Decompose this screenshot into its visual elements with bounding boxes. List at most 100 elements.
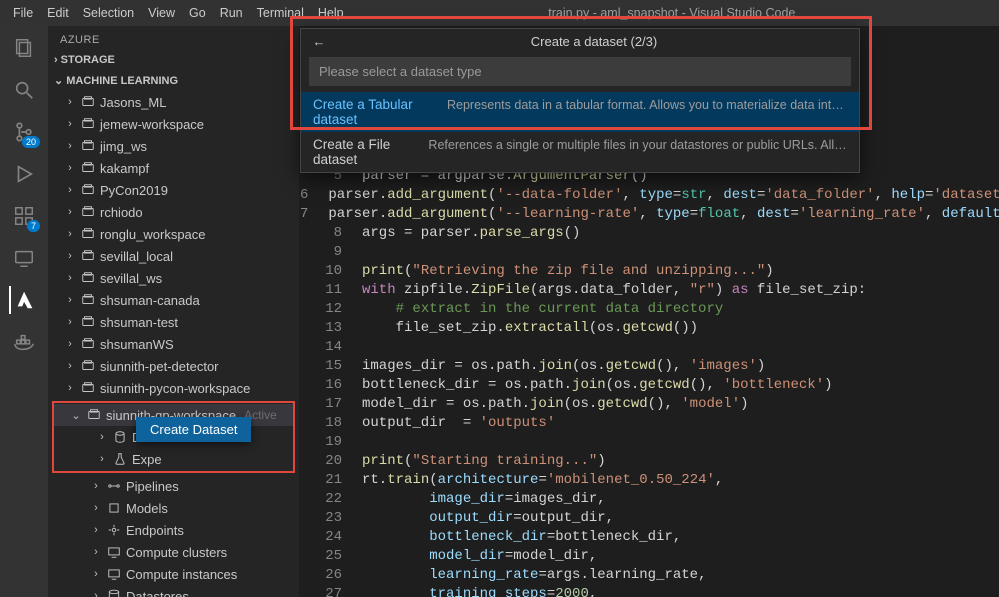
code-text: file_set_zip.extractall(os.getcwd()) [362,319,698,338]
explorer-icon[interactable] [10,34,38,62]
tree-item[interactable]: ›Compute clusters [48,541,299,563]
palette-option-tabular[interactable]: Create a Tabular dataset Represents data… [301,92,859,132]
chevron-icon: › [64,272,76,284]
extensions-icon[interactable]: 7 [10,202,38,230]
menu-bar: File Edit Selection View Go Run Terminal… [0,0,999,26]
item-icon [112,429,128,445]
item-icon [80,358,96,374]
chevron-icon: › [64,206,76,218]
azure-icon[interactable] [9,286,37,314]
line-number: 14 [300,338,362,357]
item-icon [80,138,96,154]
tree-item[interactable]: ›PyCon2019 [48,179,299,201]
menu-view[interactable]: View [141,6,182,20]
command-palette: ← Create a dataset (2/3) Please select a… [300,28,860,173]
item-icon [106,522,122,538]
chevron-icon: › [64,96,76,108]
tree-item[interactable]: ›Models [48,497,299,519]
tree-item[interactable]: ›shsuman-canada [48,289,299,311]
item-icon [86,407,102,423]
chevron-icon: › [64,140,76,152]
tree-item[interactable]: ›Pipelines [48,475,299,497]
tree-item[interactable]: ›jemew-workspace [48,113,299,135]
line-number: 24 [300,528,362,547]
tree-item[interactable]: ›jimg_ws [48,135,299,157]
tree-item[interactable]: ›rchiodo [48,201,299,223]
tree-item[interactable]: ›Jasons_ML [48,91,299,113]
menu-terminal[interactable]: Terminal [250,6,311,20]
tree-item-label: Pipelines [126,479,179,494]
item-icon [80,314,96,330]
search-icon[interactable] [10,76,38,104]
tree-item-label: shsumanWS [100,337,174,352]
remote-icon[interactable] [10,244,38,272]
docker-icon[interactable] [10,328,38,356]
tree-item[interactable]: ›ronglu_workspace [48,223,299,245]
menu-run[interactable]: Run [213,6,250,20]
menu-edit[interactable]: Edit [40,6,76,20]
menu-file[interactable]: File [6,6,40,20]
context-menu-create-dataset[interactable]: Create Dataset [136,417,251,442]
code-text: parser.add_argument('--learning-rate', t… [328,205,999,224]
code-line: 7parser.add_argument('--learning-rate', … [300,205,999,224]
code-line: 6parser.add_argument('--data-folder', ty… [300,186,999,205]
line-number: 16 [300,376,362,395]
line-number: 12 [300,300,362,319]
tree-item-label: Endpoints [126,523,184,538]
palette-option-desc: References a single or multiple files in… [428,138,847,152]
menu-go[interactable]: Go [182,6,213,20]
code-text: images_dir = os.path.join(os.getcwd(), '… [362,357,765,376]
tree-item[interactable]: › shsumanWS [48,333,299,355]
tree-item[interactable]: ›Expe [54,448,293,470]
menu-help[interactable]: Help [311,6,351,20]
item-icon [106,478,122,494]
source-control-icon[interactable]: 20 [10,118,38,146]
line-number: 15 [300,357,362,376]
chevron-icon: ⌄ [70,409,82,422]
tree-item[interactable]: ›sevillal_ws [48,267,299,289]
tree-item-label: siunnith-pet-detector [100,359,219,374]
item-icon [80,160,96,176]
line-number: 10 [300,262,362,281]
chevron-icon: › [64,338,76,350]
tree-item[interactable]: ›shsuman-test [48,311,299,333]
chevron-icon: › [90,502,102,514]
palette-option-file[interactable]: Create a File dataset References a singl… [301,132,859,172]
line-number: 21 [300,471,362,490]
chevron-icon: › [64,360,76,372]
tree-item[interactable]: ›siunnith-pycon-workspace [48,377,299,399]
palette-back-icon[interactable]: ← [309,34,329,49]
menu-selection[interactable]: Selection [76,6,141,20]
sidebar-title: AZURE [48,26,299,50]
tree-item-label: Compute instances [126,567,237,582]
tree-item[interactable]: ›kakampf [48,157,299,179]
tree-item[interactable]: ›Datastores [48,585,299,597]
tree-item[interactable]: ›Endpoints [48,519,299,541]
chevron-icon: › [96,431,108,443]
palette-title: Create a dataset (2/3) [337,34,851,49]
tree-item[interactable]: ›Compute instances [48,563,299,585]
palette-option-label: Create a Tabular dataset [313,97,441,127]
line-number: 8 [300,224,362,243]
line-number: 7 [300,205,328,224]
palette-input[interactable]: Please select a dataset type [309,57,851,86]
tree-item-label: sevillal_local [100,249,173,264]
window-title: train.py - aml_snapshot - Visual Studio … [351,6,993,20]
storage-section[interactable]: ›STORAGE [48,50,299,70]
ml-section[interactable]: ⌄MACHINE LEARNING [48,70,299,91]
code-text: with zipfile.ZipFile(args.data_folder, "… [362,281,866,300]
line-number: 22 [300,490,362,509]
item-icon [80,292,96,308]
item-icon [80,380,96,396]
chevron-icon: › [64,118,76,130]
run-debug-icon[interactable] [10,160,38,188]
tree-item[interactable]: ›sevillal_local [48,245,299,267]
code-line: 15images_dir = os.path.join(os.getcwd(),… [300,357,999,376]
code-text: rt.train(architecture='mobilenet_0.50_22… [362,471,723,490]
chevron-icon: › [90,590,102,597]
tree-item-label: shsuman-test [100,315,178,330]
chevron-icon: › [64,294,76,306]
line-number: 23 [300,509,362,528]
code-text: model_dir=model_dir, [362,547,597,566]
tree-item[interactable]: › siunnith-pet-detector [48,355,299,377]
